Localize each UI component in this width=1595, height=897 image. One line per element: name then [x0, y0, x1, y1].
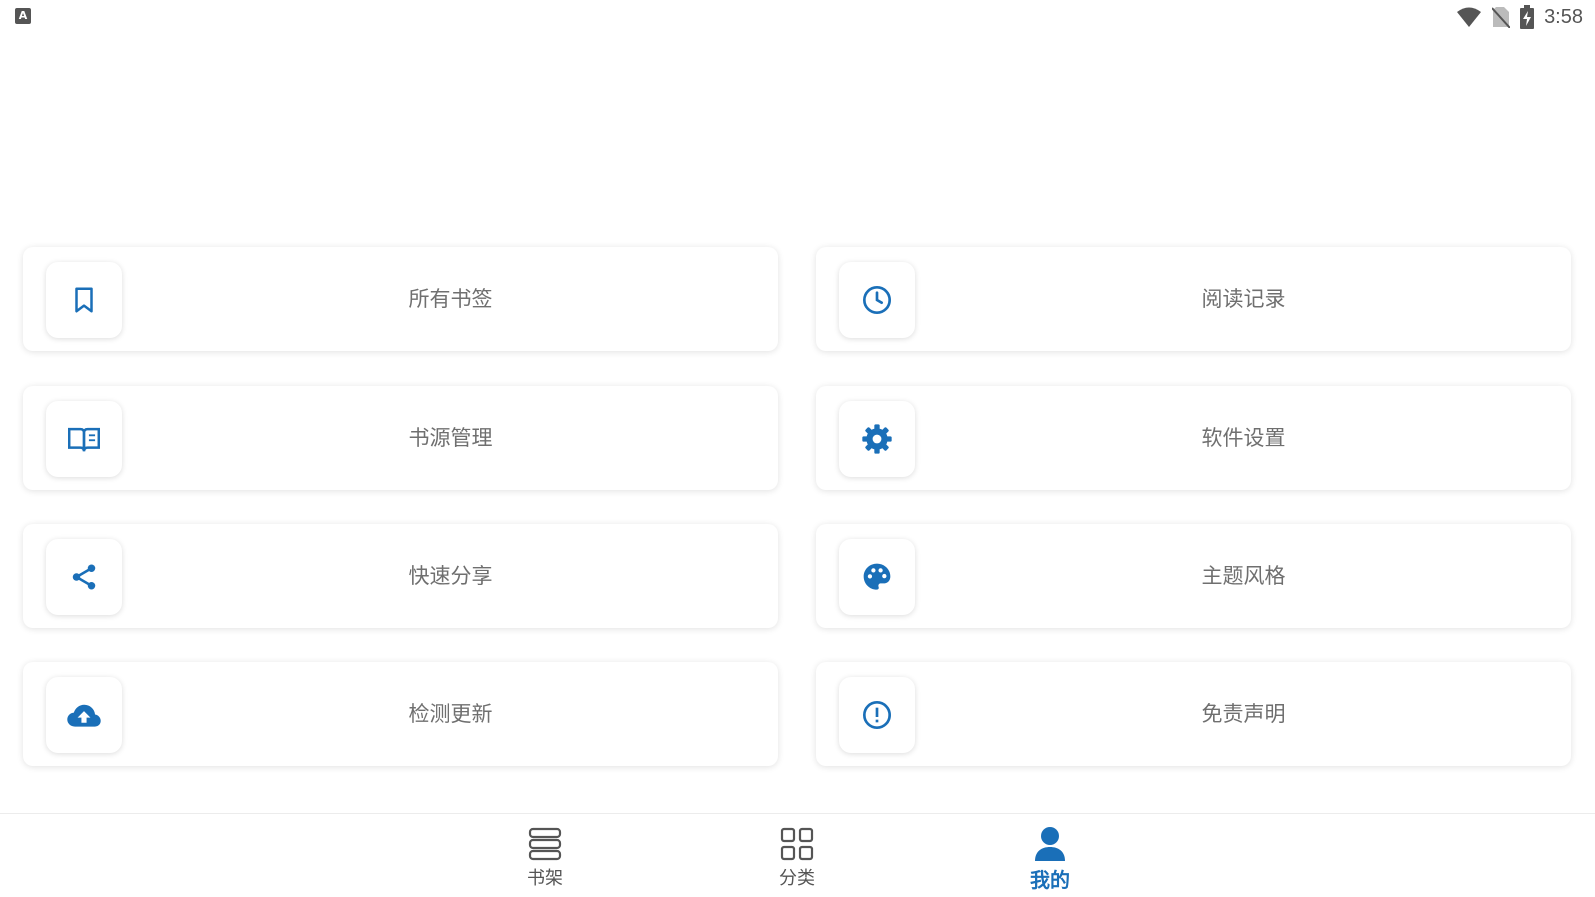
- menu-label: 免责声明: [1201, 702, 1286, 726]
- menu-icon-box: [839, 262, 915, 338]
- status-clock: 3:58: [1544, 5, 1583, 28]
- bottom-navigation: 书架 分类 我的: [0, 813, 1595, 897]
- menu-icon-box: [46, 539, 122, 615]
- wifi-icon: [1457, 7, 1482, 27]
- menu-icon-box: [839, 401, 915, 477]
- menu-label: 检测更新: [408, 702, 493, 726]
- alert-circle-icon: [863, 701, 891, 729]
- menu-icon-box: [839, 677, 915, 753]
- nav-item-categories[interactable]: 分类: [737, 814, 857, 897]
- share-icon: [72, 564, 96, 590]
- menu-label: 阅读记录: [1201, 287, 1286, 311]
- gear-icon: [862, 424, 892, 454]
- nav-label: 我的: [1030, 868, 1070, 892]
- palette-icon: [863, 563, 891, 590]
- menu-label: 快速分享: [408, 564, 493, 588]
- menu-icon-box: [46, 677, 122, 753]
- grid-icon: [780, 826, 814, 862]
- nav-item-mine[interactable]: 我的: [990, 814, 1110, 897]
- bookmark-icon: [75, 287, 93, 313]
- cloud-upload-icon: [67, 704, 101, 727]
- menu-card-reading-history[interactable]: 阅读记录: [816, 247, 1571, 351]
- clock-icon: [863, 286, 891, 314]
- bookshelf-icon: [527, 826, 563, 862]
- person-icon: [1033, 826, 1067, 862]
- menu-icon-box: [46, 401, 122, 477]
- menu-card-all-bookmarks[interactable]: 所有书签: [23, 247, 778, 351]
- menu-card-quick-share[interactable]: 快速分享: [23, 524, 778, 628]
- menu-label: 软件设置: [1201, 426, 1286, 450]
- app-notification-icon: A: [15, 8, 31, 24]
- menu-icon-box: [46, 262, 122, 338]
- menu-card-source-management[interactable]: 书源管理: [23, 386, 778, 490]
- battery-charging-icon: [1520, 5, 1535, 29]
- book-open-icon: [68, 427, 100, 452]
- status-icons: 3:58: [1456, 4, 1583, 30]
- nav-label: 书架: [527, 868, 563, 889]
- menu-label: 主题风格: [1201, 564, 1286, 588]
- menu-card-software-settings[interactable]: 软件设置: [816, 386, 1571, 490]
- no-sim-icon: [1492, 7, 1511, 28]
- menu-label: 书源管理: [408, 426, 493, 450]
- menu-card-theme-style[interactable]: 主题风格: [816, 524, 1571, 628]
- menu-icon-box: [839, 539, 915, 615]
- menu-label: 所有书签: [408, 287, 493, 311]
- menu-card-check-update[interactable]: 检测更新: [23, 662, 778, 766]
- menu-card-disclaimer[interactable]: 免责声明: [816, 662, 1571, 766]
- nav-label: 分类: [779, 868, 815, 889]
- nav-item-bookshelf[interactable]: 书架: [485, 814, 605, 897]
- status-bar: A 3:58: [0, 0, 1595, 34]
